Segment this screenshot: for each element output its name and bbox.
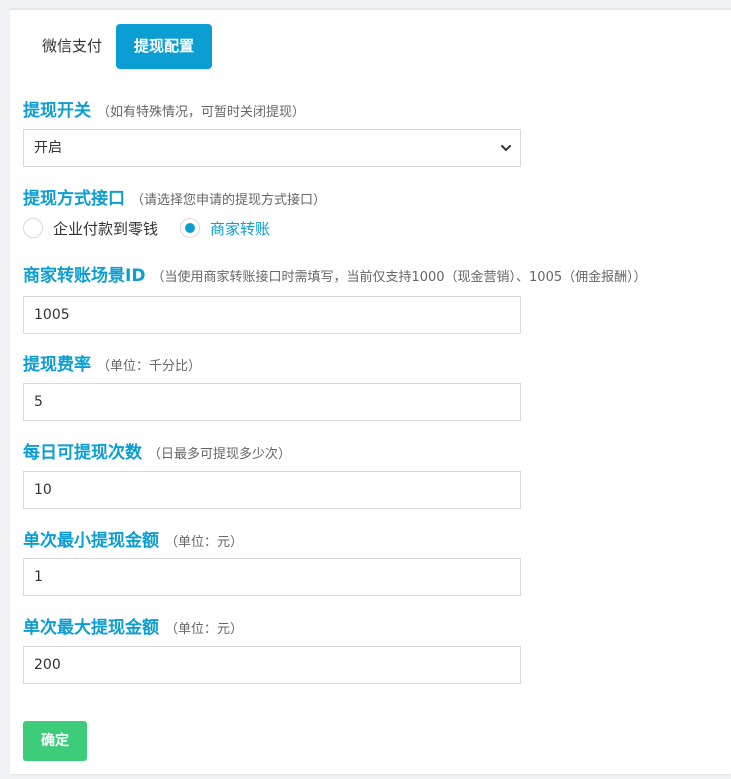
min-amount-input[interactable]: 1 xyxy=(23,558,521,596)
fee-rate-label: 提现费率 （单位：千分比） xyxy=(23,350,201,375)
switch-select-value: 开启 xyxy=(34,140,62,156)
scene-id-input[interactable]: 1005 xyxy=(23,296,521,334)
method-label: 提现方式接口 （请选择您申请的提现方式接口） xyxy=(23,184,326,209)
max-amount-label: 单次最大提现金额 （单位：元） xyxy=(23,613,243,638)
radio-merchant-transfer-label: 商家转账 xyxy=(210,219,271,238)
radio-enterprise-payment[interactable]: 企业付款到零钱 xyxy=(23,218,158,239)
settings-panel: 微信支付 提现配置 提现开关 （如有特殊情况，可暂时关闭提现） 开启 提现方式接口… xyxy=(10,8,731,774)
daily-times-label: 每日可提现次数 （日最多可提现多少次） xyxy=(23,438,291,463)
tab-wechat-pay[interactable]: 微信支付 xyxy=(28,24,116,69)
fee-rate-hint: （单位：千分比） xyxy=(97,359,202,374)
switch-hint: （如有特殊情况，可暂时关闭提现） xyxy=(97,105,306,120)
chevron-down-icon xyxy=(501,145,511,151)
switch-select[interactable]: 开启 xyxy=(23,129,521,167)
daily-times-hint: （日最多可提现多少次） xyxy=(148,447,292,462)
method-hint: （请选择您申请的提现方式接口） xyxy=(131,193,327,208)
scene-id-hint: （当使用商家转账接口时需填写，当前仅支持1000（现金营销）、1005（佣金报酬… xyxy=(151,270,647,285)
switch-title: 提现开关 xyxy=(23,101,91,121)
scene-id-title: 商家转账场景ID xyxy=(23,266,146,286)
daily-times-input[interactable]: 10 xyxy=(23,471,521,509)
max-amount-input[interactable]: 200 xyxy=(23,646,521,684)
fee-rate-title: 提现费率 xyxy=(23,355,91,375)
min-amount-hint: （单位：元） xyxy=(165,535,244,550)
fee-rate-input[interactable]: 5 xyxy=(23,383,521,421)
switch-label: 提现开关 （如有特殊情况，可暂时关闭提现） xyxy=(23,96,305,121)
radio-circle-unchecked-icon xyxy=(23,218,43,238)
radio-circle-checked-icon xyxy=(180,218,201,238)
scene-id-label: 商家转账场景ID （当使用商家转账接口时需填写，当前仅支持1000（现金营销）、1… xyxy=(23,261,647,286)
tab-withdraw-config[interactable]: 提现配置 xyxy=(116,24,213,69)
min-amount-label: 单次最小提现金额 （单位：元） xyxy=(23,526,243,551)
min-amount-title: 单次最小提现金额 xyxy=(23,531,159,551)
max-amount-title: 单次最大提现金额 xyxy=(23,618,159,638)
method-title: 提现方式接口 xyxy=(23,189,125,209)
submit-button[interactable]: 确定 xyxy=(23,721,87,761)
radio-merchant-transfer[interactable]: 商家转账 xyxy=(180,218,270,239)
method-radio-group: 企业付款到零钱 商家转账 xyxy=(23,217,292,239)
radio-enterprise-payment-label: 企业付款到零钱 xyxy=(53,219,159,238)
max-amount-hint: （单位：元） xyxy=(165,622,244,637)
daily-times-title: 每日可提现次数 xyxy=(23,443,142,463)
tab-bar: 微信支付 提现配置 xyxy=(28,24,213,69)
